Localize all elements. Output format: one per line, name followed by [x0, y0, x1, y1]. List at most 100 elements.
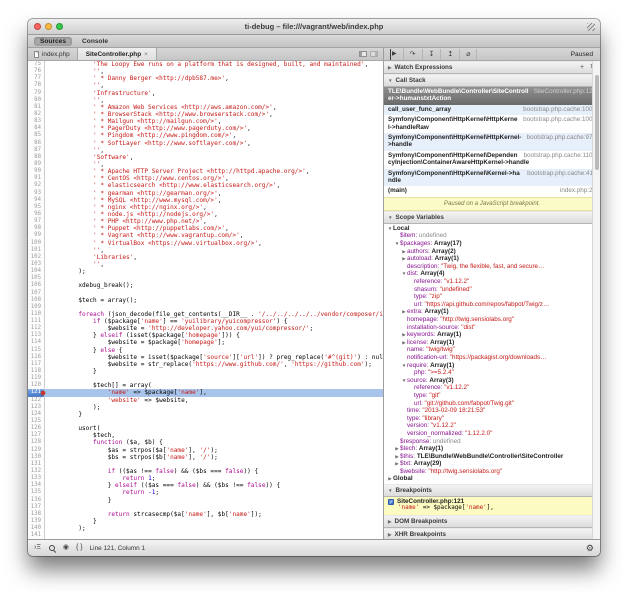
- scope-variable-row[interactable]: ▼dist: Array(4): [384, 270, 600, 278]
- line-number[interactable]: 141: [28, 532, 45, 539]
- code-line[interactable]: 122 'website' => $website,: [28, 397, 383, 404]
- line-number[interactable]: 109: [28, 304, 45, 311]
- code-line[interactable]: 127 $tech,: [28, 432, 383, 439]
- line-number[interactable]: 77: [28, 75, 45, 82]
- line-number[interactable]: 107: [28, 290, 45, 297]
- scope-variable-row[interactable]: php: ">=5.2.4": [384, 369, 600, 377]
- scope-variable-row[interactable]: $item: undefined: [384, 232, 600, 240]
- step-into-button[interactable]: ↧: [422, 49, 442, 60]
- code-line[interactable]: 118 }: [28, 368, 383, 375]
- code-line[interactable]: 102 'Libraries',: [28, 254, 383, 261]
- pretty-print-icon[interactable]: { }: [76, 543, 83, 553]
- scope-variable-row[interactable]: time: "2013-02-09 18:21:53": [384, 407, 600, 415]
- scope-variable-row[interactable]: installation-source: "dist": [384, 324, 600, 332]
- code-line[interactable]: 82 ' * BrowserStack <http://www.browsers…: [28, 111, 383, 118]
- line-number[interactable]: 119: [28, 375, 45, 382]
- code-line[interactable]: 83 ' * Mailgun <http://mailgun.com/>',: [28, 118, 383, 125]
- scope-variable-row[interactable]: ▼Local: [384, 225, 600, 233]
- code-line[interactable]: 101 '',: [28, 247, 383, 254]
- line-number[interactable]: 90: [28, 168, 45, 175]
- toggle-navigator-icon[interactable]: [359, 51, 367, 57]
- code-line[interactable]: 80 '',: [28, 97, 383, 104]
- code-line[interactable]: 131: [28, 461, 383, 468]
- line-number[interactable]: 85: [28, 132, 45, 139]
- breakpoints-toggle-icon[interactable]: ◉: [63, 543, 69, 553]
- scope-variable-row[interactable]: ▶authors: Array(2): [384, 248, 600, 256]
- code-line[interactable]: 128 function ($a, $b) {: [28, 439, 383, 446]
- code-line[interactable]: 123 );: [28, 404, 383, 411]
- scope-variable-row[interactable]: type: "library": [384, 415, 600, 423]
- line-number[interactable]: 111: [28, 318, 45, 325]
- scope-variable-row[interactable]: version_normalized: "1.12.2.0": [384, 430, 600, 438]
- line-number[interactable]: 115: [28, 347, 45, 354]
- gear-icon[interactable]: ⚙: [586, 543, 594, 554]
- breakpoints-header[interactable]: ▼ Breakpoints: [384, 484, 600, 497]
- line-number[interactable]: 138: [28, 511, 45, 518]
- close-tab-icon[interactable]: ×: [144, 51, 148, 58]
- code-line[interactable]: 130 $bs = strpos($b['name'], '/');: [28, 454, 383, 461]
- line-number[interactable]: 135: [28, 489, 45, 496]
- line-number[interactable]: 100: [28, 240, 45, 247]
- line-number[interactable]: 87: [28, 147, 45, 154]
- code-editor[interactable]: 75 'The Loopy Ewe runs on a platform tha…: [28, 61, 384, 539]
- call-stack-frame[interactable]: index.php:24(main): [384, 186, 600, 196]
- code-line[interactable]: 95 ' * nginx <http://nginx.org/>',: [28, 204, 383, 211]
- code-line[interactable]: 134 } elseif (($as === false) && ($bs !=…: [28, 482, 383, 489]
- code-line[interactable]: 108 $tech = array();: [28, 297, 383, 304]
- breakpoint-marker[interactable]: 121: [28, 389, 45, 396]
- code-line[interactable]: 114 $website = $package['homepage'];: [28, 339, 383, 346]
- scope-variable-row[interactable]: ▶Global: [384, 475, 600, 483]
- code-line[interactable]: 93 ' * gearman <http://gearman.org/>',: [28, 190, 383, 197]
- dom-breakpoints-header[interactable]: ▶ DOM Breakpoints: [384, 515, 600, 528]
- line-number[interactable]: 140: [28, 525, 45, 532]
- code-line[interactable]: 112 $website = 'http://developer.yahoo.c…: [28, 325, 383, 332]
- line-number[interactable]: 128: [28, 439, 45, 446]
- line-number[interactable]: 84: [28, 125, 45, 132]
- line-number[interactable]: 78: [28, 82, 45, 89]
- toggle-details-icon[interactable]: [370, 51, 378, 57]
- scope-variable-row[interactable]: shasum: "undefined": [384, 286, 600, 294]
- code-line[interactable]: 113 } elseif (isset($package['homepage']…: [28, 332, 383, 339]
- line-number[interactable]: 81: [28, 104, 45, 111]
- line-number[interactable]: 105: [28, 275, 45, 282]
- watch-expressions-header[interactable]: ▶ Watch Expressions + ↻: [384, 61, 600, 74]
- code-line[interactable]: 89 '',: [28, 161, 383, 168]
- line-number[interactable]: 80: [28, 97, 45, 104]
- code-line[interactable]: 137: [28, 504, 383, 511]
- search-icon[interactable]: [48, 544, 56, 552]
- code-line[interactable]: 138 return strcasecmp($a['name'], $b['na…: [28, 511, 383, 518]
- line-number[interactable]: 95: [28, 204, 45, 211]
- code-line[interactable]: 119: [28, 375, 383, 382]
- code-line[interactable]: 107: [28, 290, 383, 297]
- code-line[interactable]: 100 ' * VirtualBox <https://www.virtualb…: [28, 240, 383, 247]
- line-number[interactable]: 91: [28, 175, 45, 182]
- code-line[interactable]: 78 '',: [28, 82, 383, 89]
- code-line[interactable]: 79 'Infrastructure',: [28, 90, 383, 97]
- line-number[interactable]: 88: [28, 154, 45, 161]
- code-line[interactable]: 75 'The Loopy Ewe runs on a platform tha…: [28, 61, 383, 68]
- line-number[interactable]: 116: [28, 354, 45, 361]
- sidebar-scrollbar[interactable]: [592, 61, 600, 539]
- sidebar-item-index-php[interactable]: index.php: [28, 48, 77, 60]
- code-line[interactable]: 99 ' * Vagrant <http://www.vagrantup.com…: [28, 232, 383, 239]
- code-line[interactable]: 135 return -1;: [28, 489, 383, 496]
- disable-breakpoints-button[interactable]: ⌀: [459, 49, 477, 60]
- xhr-breakpoints-header[interactable]: ▶ XHR Breakpoints +: [384, 528, 600, 539]
- line-number[interactable]: 96: [28, 211, 45, 218]
- call-stack-frame[interactable]: SiteController.php:121TLE\Bundle\WebBund…: [384, 87, 600, 105]
- line-number[interactable]: 114: [28, 339, 45, 346]
- line-number[interactable]: 98: [28, 225, 45, 232]
- call-stack-frame[interactable]: bootstrap.php.cache:975Symfony\Component…: [384, 133, 600, 151]
- code-line[interactable]: 132 if (($as !== false) && ($bs === fals…: [28, 468, 383, 475]
- code-line[interactable]: 85 ' * Pingdom <http://www.pingdom.com/>…: [28, 132, 383, 139]
- line-number[interactable]: 92: [28, 182, 45, 189]
- step-out-button[interactable]: ↥: [440, 49, 460, 60]
- code-line[interactable]: 88 'Software',: [28, 154, 383, 161]
- line-number[interactable]: 125: [28, 418, 45, 425]
- scope-variable-row[interactable]: ▼$packages: Array(17): [384, 240, 600, 248]
- scope-variable-row[interactable]: url: "git://github.com/fabpot/Twig.git": [384, 400, 600, 408]
- scope-variable-row[interactable]: name: "twig/twig": [384, 346, 600, 354]
- add-watch-button[interactable]: +: [580, 62, 584, 73]
- line-number[interactable]: 136: [28, 497, 45, 504]
- code-line[interactable]: 141: [28, 532, 383, 539]
